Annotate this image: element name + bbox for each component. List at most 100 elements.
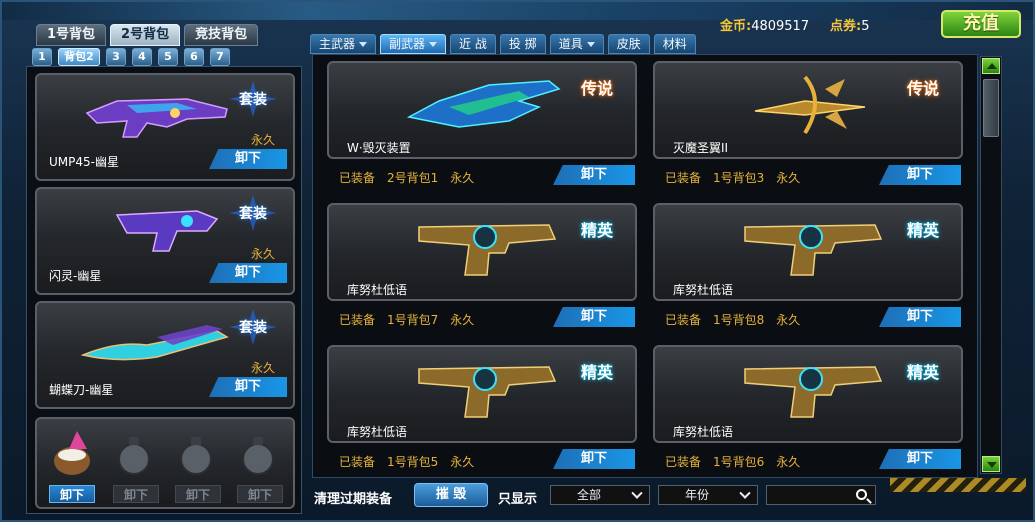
- recharge-button[interactable]: 充值: [941, 10, 1021, 38]
- item-info: 已装备 1号背包6 永久: [665, 453, 800, 470]
- duration-label: 永久: [776, 455, 801, 469]
- sub-tab-5[interactable]: 5: [158, 48, 178, 66]
- rarity-label: 精英: [580, 363, 613, 382]
- loadout-slot-secondary[interactable]: 套装 永久 闪灵-幽星 卸下: [35, 187, 295, 295]
- set-badge-label: 套装: [239, 206, 267, 222]
- item-name: 灭魔圣翼II: [673, 141, 729, 155]
- arrow-down-icon: [987, 462, 997, 468]
- scroll-up-button[interactable]: [982, 58, 1000, 74]
- tab-label: 主武器: [319, 37, 356, 51]
- loadout-panel: 套装 永久 UMP45-幽星 卸下 套装 永久 闪灵-幽星 卸下 套装 永久 蝴…: [26, 66, 302, 514]
- tab-secondary-weapon[interactable]: 副武器: [380, 34, 447, 54]
- item-name: W·毁灭装置: [347, 141, 411, 155]
- revolver-weapon-icon: [744, 366, 883, 418]
- duration-label: 永久: [776, 171, 801, 185]
- set-badge: 套装: [229, 195, 277, 231]
- item-info: 已装备 1号背包3 永久: [665, 169, 800, 186]
- unequip-button[interactable]: 卸下: [879, 165, 961, 185]
- item-card-frame: 精英 库努杜低语: [327, 203, 637, 301]
- unequip-button[interactable]: 卸下: [879, 449, 961, 469]
- rarity-badge: 精英: [891, 351, 955, 391]
- sub-tab-1[interactable]: 1: [32, 48, 52, 66]
- loadout-slot-primary[interactable]: 套装 永久 UMP45-幽星 卸下: [35, 73, 295, 181]
- item-card[interactable]: 精英 库努杜低语 已装备 1号背包8 永久 卸下: [653, 203, 963, 339]
- tab-label: 皮肤: [616, 37, 641, 51]
- tab-label: 近 战: [459, 37, 487, 51]
- search-box: [766, 485, 876, 505]
- category-tabs: 主武器 副武器 近 战 投 掷 道具 皮肤 材料: [310, 34, 696, 54]
- unequip-button[interactable]: 卸下: [553, 307, 635, 327]
- sub-tab-6[interactable]: 6: [184, 48, 204, 66]
- item-card[interactable]: 精英 库努杜低语 已装备 1号背包5 永久 卸下: [327, 345, 637, 477]
- sub-bag-tabs: 1 背包2 3 4 5 6 7: [32, 48, 230, 66]
- search-icon[interactable]: [856, 489, 867, 500]
- scroll-thumb[interactable]: [983, 79, 999, 137]
- revolver-weapon-icon: [744, 224, 883, 276]
- unequip-button[interactable]: 卸下: [209, 377, 287, 397]
- unequip-button[interactable]: 卸下: [175, 485, 221, 503]
- revolver-weapon-icon: [418, 224, 557, 276]
- duration-label: 永久: [250, 247, 275, 261]
- tab-bag-1[interactable]: 1号背包: [36, 24, 107, 46]
- unequip-button[interactable]: 卸下: [209, 263, 287, 283]
- rarity-badge: 传说: [565, 67, 629, 107]
- sub-tab-3[interactable]: 3: [106, 48, 126, 66]
- search-input[interactable]: [771, 487, 851, 503]
- tab-throwables[interactable]: 投 掷: [499, 34, 546, 54]
- scroll-down-button[interactable]: [982, 456, 1000, 472]
- unequip-button[interactable]: 卸下: [237, 485, 283, 503]
- sub-tab-4[interactable]: 4: [132, 48, 152, 66]
- loadout-slot-melee[interactable]: 套装 永久 蝴蝶刀-幽星 卸下: [35, 301, 295, 409]
- knife-weapon-icon: [80, 325, 229, 361]
- points-value: 5: [861, 19, 870, 34]
- equipped-label: 已装备: [339, 455, 376, 469]
- equipped-label: 已装备: [665, 455, 702, 469]
- destroy-button[interactable]: 摧 毁: [414, 483, 488, 507]
- item-card[interactable]: 精英 库努杜低语 已装备 1号背包6 永久 卸下: [653, 345, 963, 477]
- grenade-icon: [118, 437, 150, 475]
- clean-expired-label: 清理过期装备: [314, 492, 393, 507]
- tab-items[interactable]: 道具: [549, 34, 604, 54]
- item-info: 已装备 2号背包1 永久: [339, 169, 474, 186]
- unequip-button[interactable]: 卸下: [209, 149, 287, 169]
- tab-skins[interactable]: 皮肤: [607, 34, 650, 54]
- select-value: 全部: [577, 488, 602, 502]
- weapon-name: 闪灵-幽星: [49, 269, 102, 283]
- unequip-button[interactable]: 卸下: [879, 307, 961, 327]
- unequip-button[interactable]: 卸下: [553, 165, 635, 185]
- equipped-label: 已装备: [339, 313, 376, 327]
- item-name: 库努杜低语: [347, 283, 408, 297]
- item-grid-scrollbar[interactable]: [980, 56, 1002, 474]
- tab-melee[interactable]: 近 战: [450, 34, 496, 54]
- bottom-toolbar: 清理过期装备 摧 毁 只显示 全部 年份: [310, 482, 1026, 512]
- weapon-name: 蝴蝶刀-幽星: [49, 383, 114, 397]
- unequip-button[interactable]: 卸下: [49, 485, 95, 503]
- set-badge-label: 套装: [239, 320, 267, 336]
- equipped-label: 已装备: [665, 171, 702, 185]
- rarity-badge: 传说: [891, 67, 955, 107]
- grenade-icon: [180, 437, 212, 475]
- tab-bag-competitive[interactable]: 竞技背包: [184, 24, 259, 46]
- rarity-badge: 精英: [891, 209, 955, 249]
- category-filter-select[interactable]: 全部: [550, 485, 650, 505]
- tab-primary-weapon[interactable]: 主武器: [310, 34, 377, 54]
- rarity-label: 传说: [906, 79, 939, 98]
- item-card[interactable]: 精英 库努杜低语 已装备 1号背包7 永久 卸下: [327, 203, 637, 339]
- tab-materials[interactable]: 材料: [653, 34, 696, 54]
- year-filter-select[interactable]: 年份: [658, 485, 758, 505]
- unequip-button[interactable]: 卸下: [113, 485, 159, 503]
- item-name: 库努杜低语: [673, 283, 734, 297]
- sub-tab-7[interactable]: 7: [210, 48, 230, 66]
- bag-location: 1号背包6: [713, 455, 765, 469]
- item-card[interactable]: 传说 W·毁灭装置 已装备 2号背包1 永久 卸下: [327, 61, 637, 197]
- coconut-grenade-icon: [54, 431, 90, 475]
- sub-tab-2[interactable]: 背包2: [58, 48, 100, 66]
- item-card[interactable]: 传说 灭魔圣翼II 已装备 1号背包3 永久 卸下: [653, 61, 963, 197]
- bag-location: 1号背包8: [713, 313, 765, 327]
- unequip-button[interactable]: 卸下: [553, 449, 635, 469]
- tab-bag-2[interactable]: 2号背包: [110, 24, 181, 46]
- duration-label: 永久: [776, 313, 801, 327]
- chevron-down-icon: [586, 41, 595, 47]
- chevron-down-icon: [429, 41, 438, 47]
- item-name: 库努杜低语: [347, 425, 408, 439]
